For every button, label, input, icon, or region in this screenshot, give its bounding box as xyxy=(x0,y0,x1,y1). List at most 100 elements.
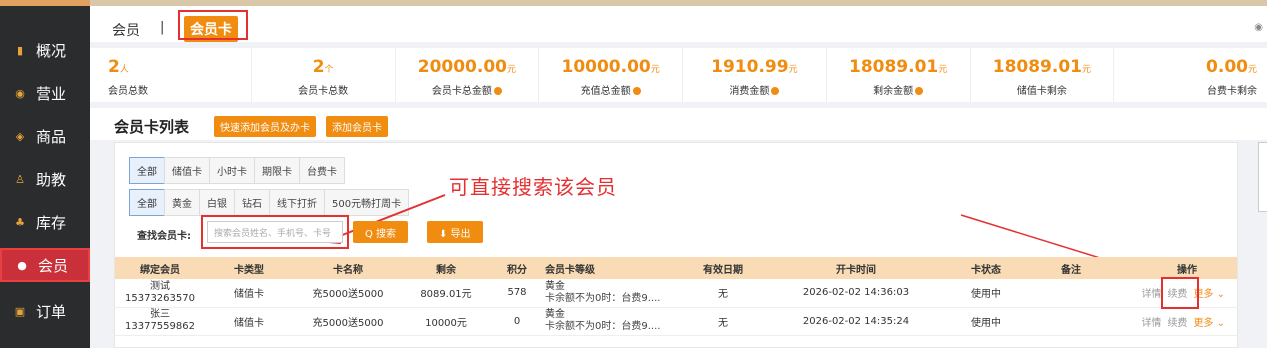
tab-separator: | xyxy=(160,20,165,35)
cell-grade: 黄金 卡余额不为0时：台费9.... xyxy=(545,279,685,308)
col-open-time: 开卡时间 xyxy=(761,257,951,279)
search-label: 查找会员卡: xyxy=(137,231,191,242)
renew-link[interactable]: 续费 xyxy=(1167,318,1187,329)
filter-grade-offline-discount[interactable]: 线下打折 xyxy=(269,189,325,216)
cell-points: 578 xyxy=(489,279,545,308)
bar-chart-icon: ▮ xyxy=(16,43,24,57)
filter-grade-all[interactable]: 全部 xyxy=(129,189,165,216)
stat-card-count: 2个 会员卡总数 xyxy=(252,48,396,102)
info-icon[interactable] xyxy=(771,87,780,95)
search-button[interactable]: Q 搜索 xyxy=(353,221,409,243)
stat-card-total: 20000.00元 会员卡总金额 xyxy=(396,48,540,102)
highlight-box-search xyxy=(201,215,349,249)
filter-type-stored[interactable]: 储值卡 xyxy=(164,157,210,184)
export-button[interactable]: ⬇ 导出 xyxy=(427,221,483,243)
highlight-box-renew xyxy=(1161,277,1199,309)
cell-type: 储值卡 xyxy=(205,307,293,336)
app-root: ▮ 概况 ◉ 营业 ◈ 商品 ♙ 助教 ♣ 库存 ● 会员 ▣ 订单 会员 | 会员卡 ◉ 2… xyxy=(0,0,1267,348)
detail-link[interactable]: 详情 xyxy=(1141,289,1161,300)
col-actions: 操作 xyxy=(1121,257,1237,279)
table-row: 张三 13377559862 储值卡 充5000送5000 10000元 0 黄金… xyxy=(115,307,1237,336)
top-bar: 会员 | 会员卡 ◉ xyxy=(90,0,1267,42)
card-type-filter: 全部 储值卡 小时卡 期限卡 台费卡 xyxy=(129,157,345,184)
stat-stored-value-remaining: 18089.01元 储值卡剩余 xyxy=(971,48,1115,102)
side-collapse-tab[interactable] xyxy=(1258,142,1267,212)
cell-opened: 2026-02-02 14:36:03 xyxy=(761,279,951,308)
cell-type: 储值卡 xyxy=(205,279,293,308)
filter-grade-weekly-card[interactable]: 500元畅打周卡 xyxy=(324,189,410,216)
sidebar-item-label: 订单 xyxy=(36,302,67,321)
col-points: 积分 xyxy=(489,257,545,279)
sidebar-item-label: 商品 xyxy=(36,127,67,146)
sidebar-item-label: 营业 xyxy=(36,84,67,103)
stat-member-count: 2人 会员总数 xyxy=(90,48,252,102)
member-icon: ● xyxy=(17,258,27,272)
cell-opened: 2026-02-02 14:35:24 xyxy=(761,307,951,336)
cell-status: 使用中 xyxy=(951,279,1021,308)
box-icon: ◈ xyxy=(15,129,25,143)
sidebar-item-coach[interactable]: ♙ 助教 xyxy=(0,161,90,197)
sidebar-item-member[interactable]: ● 会员 xyxy=(0,248,90,282)
person-icon: ♙ xyxy=(15,172,25,186)
filter-grade-diamond[interactable]: 钻石 xyxy=(234,189,270,216)
cell-actions: 详情 续费 更多 ⌄ xyxy=(1121,307,1237,336)
cell-points: 0 xyxy=(489,307,545,336)
list-header: 会员卡列表 快速添加会员及办卡 添加会员卡 xyxy=(90,108,1267,140)
col-member: 绑定会员 xyxy=(115,257,205,279)
info-icon[interactable] xyxy=(493,87,502,95)
cell-member: 测试 15373263570 xyxy=(115,279,205,308)
sidebar-top-bar xyxy=(0,0,90,6)
sidebar-item-label: 概况 xyxy=(36,41,67,60)
col-card-name: 卡名称 xyxy=(293,257,403,279)
cell-card: 充5000送5000 xyxy=(293,279,403,308)
info-icon[interactable] xyxy=(915,87,924,95)
col-note: 备注 xyxy=(1021,257,1121,279)
stat-remaining: 18089.01元 剩余金额 xyxy=(827,48,971,102)
sidebar-item-label: 助教 xyxy=(36,170,67,189)
sidebar-item-stock[interactable]: ♣ 库存 xyxy=(0,204,90,240)
stat-consumption: 1910.99元 消费金额 xyxy=(683,48,827,102)
cell-note xyxy=(1021,279,1121,308)
cell-remain: 10000元 xyxy=(403,307,489,336)
card-list-panel: 全部 储值卡 小时卡 期限卡 台费卡 全部 黄金 白银 钻石 线下打折 500元… xyxy=(114,142,1238,348)
sidebar-item-overview[interactable]: ▮ 概况 xyxy=(0,32,90,68)
sidebar-item-orders[interactable]: ▣ 订单 xyxy=(0,293,90,329)
cell-valid: 无 xyxy=(685,279,761,308)
col-remaining: 剩余 xyxy=(403,257,489,279)
col-grade: 会员卡等级 xyxy=(545,257,685,279)
sidebar-item-business[interactable]: ◉ 营业 xyxy=(0,75,90,111)
stat-table-fee-remaining: 0.00元 台费卡剩余 xyxy=(1206,57,1257,97)
sidebar: ▮ 概况 ◉ 营业 ◈ 商品 ♙ 助教 ♣ 库存 ● 会员 ▣ 订单 xyxy=(0,0,90,348)
col-card-type: 卡类型 xyxy=(205,257,293,279)
cell-status: 使用中 xyxy=(951,307,1021,336)
filter-grade-gold[interactable]: 黄金 xyxy=(164,189,200,216)
sidebar-item-goods[interactable]: ◈ 商品 xyxy=(0,118,90,154)
table-row: 测试 15373263570 储值卡 充5000送5000 8089.01元 57… xyxy=(115,279,1237,308)
filter-type-period[interactable]: 期限卡 xyxy=(254,157,300,184)
sidebar-item-label: 会员 xyxy=(38,256,69,275)
col-valid-date: 有效日期 xyxy=(685,257,761,279)
cell-member: 张三 13377559862 xyxy=(115,307,205,336)
card-grade-filter: 全部 黄金 白银 钻石 线下打折 500元畅打周卡 xyxy=(129,189,410,216)
stats-bar: 2人 会员总数 2个 会员卡总数 20000.00元 会员卡总金额 10000.00元… xyxy=(90,48,1267,102)
highlight-box-tab xyxy=(178,10,248,40)
tab-member[interactable]: 会员 xyxy=(112,20,140,40)
info-icon[interactable] xyxy=(632,87,641,95)
filter-type-table-fee[interactable]: 台费卡 xyxy=(299,157,345,184)
filter-grade-silver[interactable]: 白银 xyxy=(199,189,235,216)
cell-valid: 无 xyxy=(685,307,761,336)
quick-add-button[interactable]: 快速添加会员及办卡 xyxy=(214,116,316,137)
cell-note xyxy=(1021,307,1121,336)
more-dropdown[interactable]: 更多 ⌄ xyxy=(1193,318,1225,329)
order-icon: ▣ xyxy=(14,304,26,318)
filter-type-all[interactable]: 全部 xyxy=(129,157,165,184)
eye-icon[interactable]: ◉ xyxy=(1254,22,1263,33)
annotation-text: 可直接搜索该会员 xyxy=(449,175,617,199)
detail-link[interactable]: 详情 xyxy=(1141,318,1161,329)
add-card-button[interactable]: 添加会员卡 xyxy=(326,116,388,137)
col-status: 卡状态 xyxy=(951,257,1021,279)
filter-type-hour[interactable]: 小时卡 xyxy=(209,157,255,184)
stat-recharge-total: 10000.00元 充值总金额 xyxy=(539,48,683,102)
page-title: 会员卡列表 xyxy=(114,118,190,136)
cell-remain: 8089.01元 xyxy=(403,279,489,308)
